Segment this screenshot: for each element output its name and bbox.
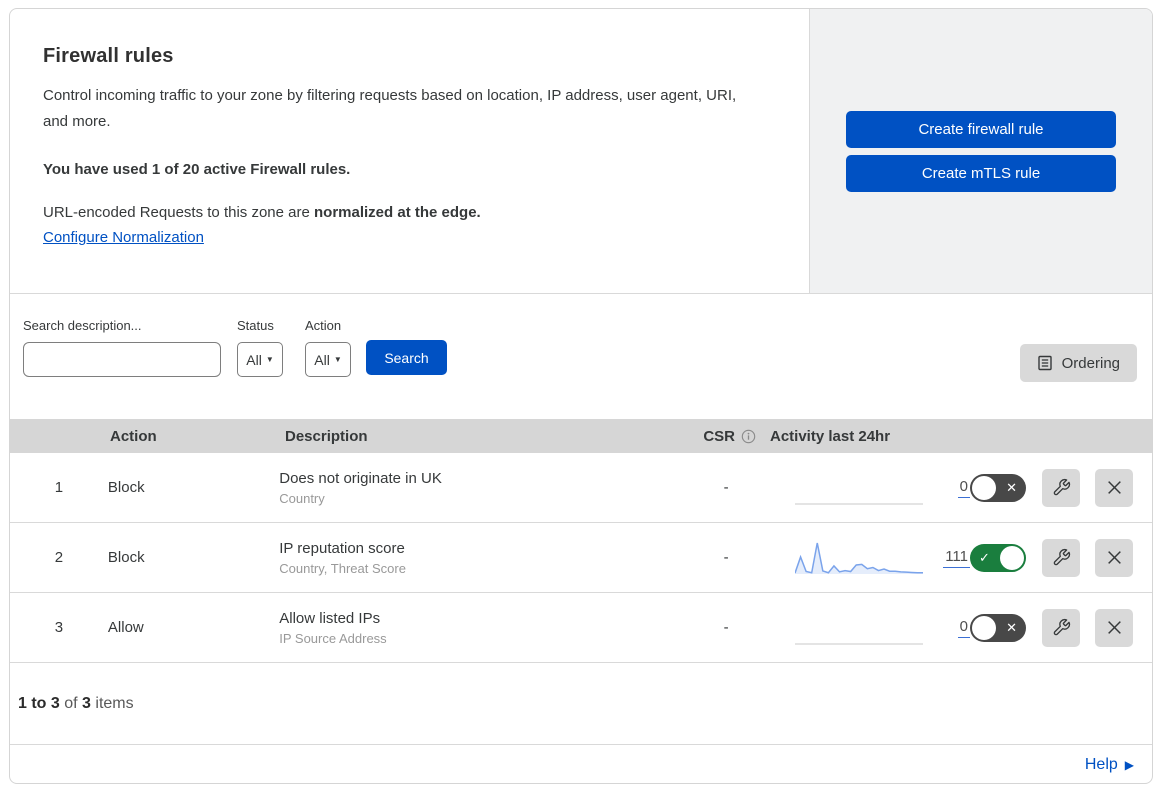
- header-actions-panel: Create firewall rule Create mTLS rule: [810, 9, 1152, 293]
- action-select[interactable]: All ▼: [305, 342, 351, 377]
- items-range: 1 to 3: [18, 694, 60, 712]
- activity-count-link[interactable]: 0: [957, 478, 970, 498]
- create-firewall-rule-button[interactable]: Create firewall rule: [846, 111, 1116, 148]
- ordering-button[interactable]: Ordering: [1019, 344, 1137, 382]
- rule-csr-value: -: [723, 549, 729, 566]
- rule-action: Allow: [107, 619, 144, 636]
- rule-description: Allow listed IPs: [279, 609, 381, 627]
- page-description: Control incoming traffic to your zone by…: [43, 87, 737, 131]
- rule-fields: Country: [279, 490, 325, 506]
- activity-sparkline: [794, 610, 923, 646]
- close-icon: [1107, 481, 1121, 494]
- rule-description: Does not originate in UK: [279, 469, 442, 487]
- rule-description: IP reputation score: [279, 539, 405, 557]
- description-column-header: Description: [285, 427, 368, 445]
- create-mtls-rule-button[interactable]: Create mTLS rule: [846, 155, 1116, 192]
- delete-rule-button[interactable]: [1095, 608, 1133, 647]
- rule-action: Block: [107, 549, 145, 566]
- csr-column-header: CSR: [640, 428, 770, 445]
- rule-action: Block: [107, 479, 145, 496]
- rule-fields: IP Source Address: [279, 630, 387, 646]
- help-bar: Help ▶: [10, 745, 1152, 783]
- search-label: Search description...: [23, 318, 142, 333]
- toggle-state-icon: ✓: [979, 549, 990, 565]
- delete-rule-button[interactable]: [1095, 468, 1133, 507]
- csr-header-label: CSR: [703, 427, 735, 445]
- usage-summary: You have used 1 of 20 active Firewall ru…: [43, 160, 351, 178]
- search-input[interactable]: [41, 343, 222, 376]
- table-header-row: Action Description CSR Activity last 24h…: [10, 419, 1152, 453]
- search-button[interactable]: Search: [366, 340, 447, 375]
- items-label: items: [90, 694, 134, 712]
- page-title: Firewall rules: [43, 45, 174, 67]
- action-selected-value: All: [314, 351, 330, 368]
- toggle-knob: [1000, 545, 1024, 570]
- firewall-rules-panel: Firewall rules Control incoming traffic …: [9, 8, 1153, 784]
- filter-bar: Search description... Status All ▼ Actio…: [10, 294, 1152, 419]
- chevron-down-icon: ▼: [265, 355, 274, 364]
- status-select[interactable]: All ▼: [237, 342, 283, 377]
- rule-fields: Country, Threat Score: [279, 560, 406, 576]
- items-total: 3: [82, 694, 91, 712]
- table-row: 2 Block IP reputation score Country, Thr…: [10, 523, 1152, 593]
- activity-sparkline: [793, 540, 923, 576]
- normalization-line: URL-encoded Requests to this zone are no…: [43, 204, 763, 221]
- toggle-state-icon: ✕: [1006, 479, 1017, 495]
- close-icon: [1107, 551, 1121, 564]
- chevron-down-icon: ▼: [333, 355, 342, 364]
- configure-normalization-link[interactable]: Configure Normalization: [43, 229, 204, 246]
- table-row: 3 Allow Allow listed IPs IP Source Addre…: [10, 593, 1152, 663]
- rule-enabled-toggle[interactable]: ✓: [970, 543, 1026, 572]
- status-selected-value: All: [246, 351, 262, 368]
- header-text-block: Firewall rules Control incoming traffic …: [10, 9, 810, 293]
- activity-count-link[interactable]: 111: [943, 548, 970, 568]
- rule-priority: 2: [54, 549, 64, 566]
- help-link[interactable]: Help ▶: [1085, 756, 1134, 774]
- normalization-text: URL-encoded Requests to this zone are: [43, 203, 314, 221]
- activity-count-link[interactable]: 0: [957, 618, 970, 638]
- search-input-wrapper: [23, 342, 222, 377]
- table-row: 1 Block Does not originate in UK Country…: [10, 453, 1152, 523]
- rule-priority: 3: [54, 619, 64, 636]
- status-label: Status: [237, 318, 274, 333]
- toggle-state-icon: ✕: [1006, 619, 1017, 635]
- wrench-icon: [1053, 618, 1070, 636]
- list-icon: [1037, 355, 1052, 371]
- activity-column-header: Activity last 24hr: [770, 427, 891, 445]
- wrench-icon: [1053, 548, 1070, 566]
- edit-rule-button[interactable]: [1042, 468, 1080, 507]
- ordering-button-label: Ordering: [1061, 354, 1120, 372]
- edit-rule-button[interactable]: [1042, 538, 1080, 577]
- edit-rule-button[interactable]: [1042, 608, 1080, 647]
- items-of-text: of: [59, 694, 83, 712]
- pagination-summary: 1 to 3 of 3 items: [10, 663, 1152, 745]
- close-icon: [1107, 621, 1121, 634]
- rule-priority: 1: [54, 479, 64, 496]
- toggle-knob: [972, 475, 996, 500]
- normalization-bold-text: normalized at the edge.: [314, 203, 481, 221]
- rule-enabled-toggle[interactable]: ✕: [970, 473, 1026, 502]
- toggle-knob: [972, 615, 996, 640]
- action-label: Action: [305, 318, 342, 333]
- wrench-icon: [1053, 478, 1070, 496]
- header-section: Firewall rules Control incoming traffic …: [10, 9, 1152, 294]
- rule-csr-value: -: [723, 619, 729, 636]
- activity-sparkline: [794, 470, 923, 506]
- arrow-right-icon: ▶: [1124, 757, 1134, 772]
- info-icon[interactable]: [741, 429, 756, 444]
- delete-rule-button[interactable]: [1095, 538, 1133, 577]
- action-column-header: Action: [110, 427, 157, 445]
- help-link-label: Help: [1084, 755, 1118, 773]
- rule-enabled-toggle[interactable]: ✕: [970, 613, 1026, 642]
- rule-csr-value: -: [723, 479, 729, 496]
